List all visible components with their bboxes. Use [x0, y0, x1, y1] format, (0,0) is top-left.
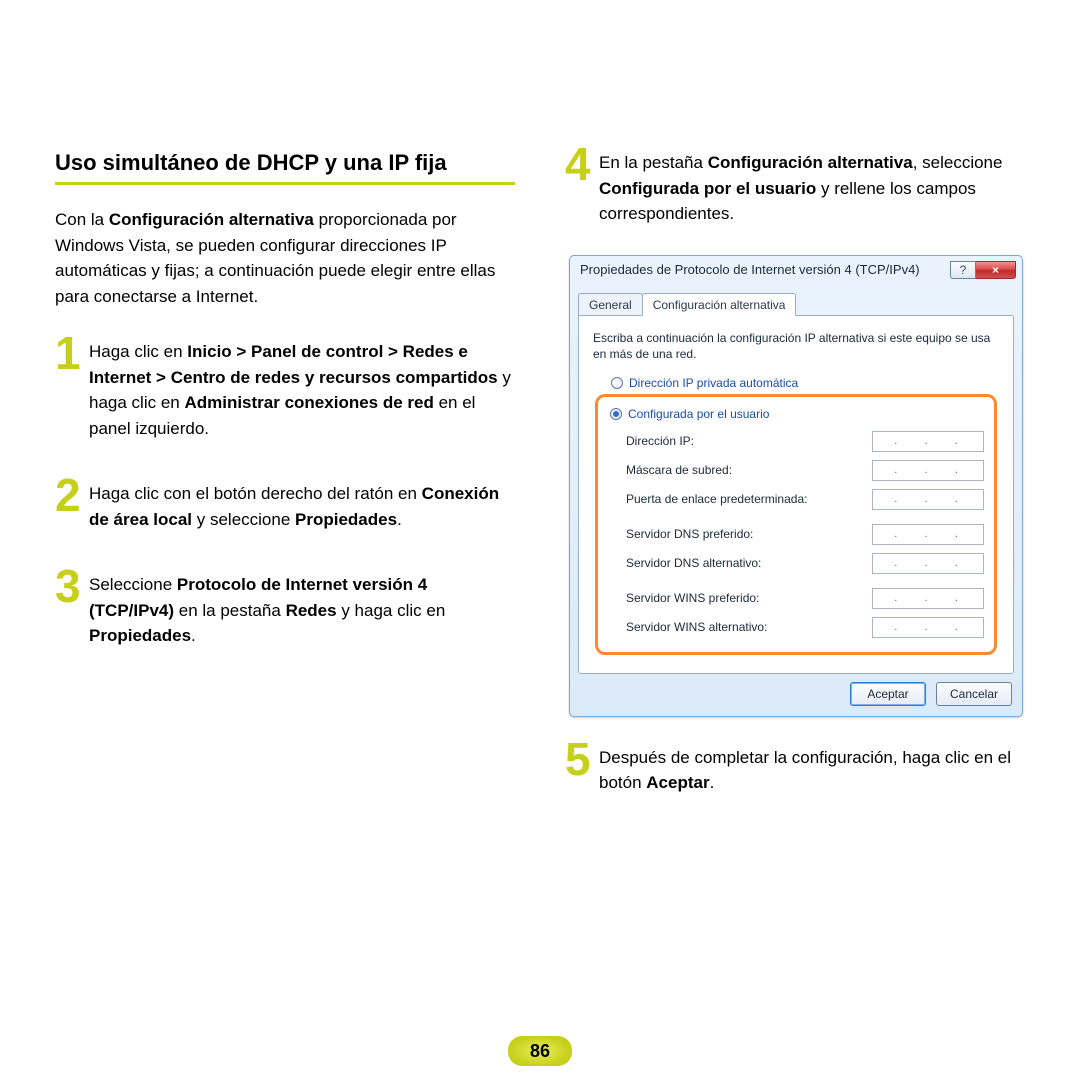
step-number: 4 — [565, 144, 599, 227]
page-number-badge: 86 — [508, 1036, 572, 1066]
two-column-layout: Uso simultáneo de DHCP y una IP fija Con… — [55, 150, 1025, 824]
step-number: 3 — [55, 566, 89, 649]
dialog-client-area: General Configuración alternativa Escrib… — [578, 290, 1014, 708]
label-wins-alternate: Servidor WINS alternativo: — [626, 620, 862, 634]
right-column: 4 En la pestaña Configuración alternativ… — [565, 150, 1025, 824]
step-bold: Redes — [286, 601, 337, 620]
dialog-button-row: Aceptar Cancelar — [578, 674, 1014, 708]
step-2: 2 Haga clic con el botón derecho del rat… — [55, 481, 515, 532]
properties-dialog-screenshot: Propiedades de Protocolo de Internet ver… — [565, 255, 1025, 717]
label-ip-address: Dirección IP: — [626, 434, 862, 448]
radio-label: Dirección IP privada automática — [629, 376, 798, 390]
step-1: 1 Haga clic en Inicio > Panel de control… — [55, 339, 515, 441]
step-text: y seleccione — [192, 510, 295, 529]
close-icon[interactable]: × — [976, 261, 1016, 279]
radio-auto-private-ip[interactable]: Dirección IP privada automática — [611, 376, 999, 390]
dialog-title: Propiedades de Protocolo de Internet ver… — [580, 262, 950, 277]
document-page: Uso simultáneo de DHCP y una IP fija Con… — [0, 0, 1080, 1080]
radio-icon — [611, 377, 623, 389]
tab-alt-config[interactable]: Configuración alternativa — [642, 293, 797, 316]
section-heading: Uso simultáneo de DHCP y una IP fija — [55, 150, 515, 185]
label-dns-alternate: Servidor DNS alternativo: — [626, 556, 862, 570]
ip-fields-group-1: Dirección IP: ... Máscara de subred: ...… — [626, 431, 984, 510]
step-body: Seleccione Protocolo de Internet versión… — [89, 572, 515, 649]
step-bold: Propiedades — [89, 626, 191, 645]
user-configured-highlight: Configurada por el usuario Dirección IP:… — [595, 394, 997, 655]
dns-fields-group: Servidor DNS preferido: ... Servidor DNS… — [626, 524, 984, 574]
step-text: . — [710, 773, 715, 792]
intro-text-pre: Con la — [55, 210, 109, 229]
input-wins-alternate[interactable]: ... — [872, 617, 984, 638]
step-text: , seleccione — [913, 153, 1003, 172]
step-text: y haga clic en — [337, 601, 446, 620]
radio-label: Configurada por el usuario — [628, 407, 769, 421]
label-subnet-mask: Máscara de subred: — [626, 463, 862, 477]
input-ip-address[interactable]: ... — [872, 431, 984, 452]
step-text: . — [397, 510, 402, 529]
label-wins-preferred: Servidor WINS preferido: — [626, 591, 862, 605]
input-dns-alternate[interactable]: ... — [872, 553, 984, 574]
step-text: Haga clic en — [89, 342, 187, 361]
ok-button[interactable]: Aceptar — [850, 682, 926, 706]
step-4: 4 En la pestaña Configuración alternativ… — [565, 150, 1025, 227]
step-5: 5 Después de completar la configuración,… — [565, 745, 1025, 796]
step-bold: Administrar conexiones de red — [184, 393, 433, 412]
tab-strip: General Configuración alternativa — [578, 290, 1014, 316]
step-body: En la pestaña Configuración alternativa,… — [599, 150, 1025, 227]
wins-fields-group: Servidor WINS preferido: ... Servidor WI… — [626, 588, 984, 638]
step-body: Después de completar la configuración, h… — [599, 745, 1025, 796]
step-body: Haga clic en Inicio > Panel de control >… — [89, 339, 515, 441]
step-text: . — [191, 626, 196, 645]
step-bold: Propiedades — [295, 510, 397, 529]
step-bold: Configurada por el usuario — [599, 179, 816, 198]
step-number: 5 — [565, 739, 599, 796]
input-subnet-mask[interactable]: ... — [872, 460, 984, 481]
label-default-gateway: Puerta de enlace predeterminada: — [626, 492, 862, 506]
step-number: 2 — [55, 475, 89, 532]
dialog-titlebar: Propiedades de Protocolo de Internet ver… — [570, 256, 1022, 284]
dialog-window: Propiedades de Protocolo de Internet ver… — [569, 255, 1023, 717]
intro-bold-1: Configuración alternativa — [109, 210, 314, 229]
input-wins-preferred[interactable]: ... — [872, 588, 984, 609]
step-3: 3 Seleccione Protocolo de Internet versi… — [55, 572, 515, 649]
input-dns-preferred[interactable]: ... — [872, 524, 984, 545]
radio-icon — [610, 408, 622, 420]
intro-paragraph: Con la Configuración alternativa proporc… — [55, 207, 515, 309]
left-column: Uso simultáneo de DHCP y una IP fija Con… — [55, 150, 515, 824]
help-icon[interactable]: ? — [950, 261, 976, 279]
radio-user-configured[interactable]: Configurada por el usuario — [610, 407, 984, 421]
step-number: 1 — [55, 333, 89, 441]
step-bold: Aceptar — [646, 773, 709, 792]
cancel-button[interactable]: Cancelar — [936, 682, 1012, 706]
step-text: Haga clic con el botón derecho del ratón… — [89, 484, 422, 503]
step-body: Haga clic con el botón derecho del ratón… — [89, 481, 515, 532]
step-bold: Configuración alternativa — [708, 153, 913, 172]
step-text: Seleccione — [89, 575, 177, 594]
tab-pane-alt-config: Escriba a continuación la configuración … — [578, 315, 1014, 674]
tab-general[interactable]: General — [578, 293, 643, 316]
input-default-gateway[interactable]: ... — [872, 489, 984, 510]
step-text: En la pestaña — [599, 153, 708, 172]
dialog-title-buttons: ? × — [950, 261, 1016, 279]
label-dns-preferred: Servidor DNS preferido: — [626, 527, 862, 541]
step-text: en la pestaña — [174, 601, 286, 620]
pane-description: Escriba a continuación la configuración … — [593, 330, 999, 362]
